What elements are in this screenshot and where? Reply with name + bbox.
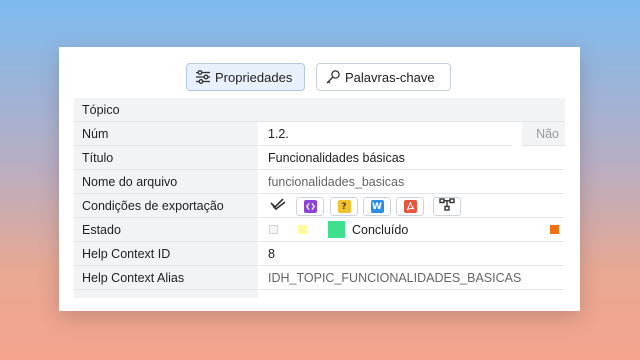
- help-id-label: Help Context ID: [82, 247, 171, 261]
- estado-field[interactable]: Concluído: [258, 218, 565, 241]
- help-id-field[interactable]: 8: [258, 242, 565, 265]
- word-export-button[interactable]: W: [363, 197, 391, 216]
- workflow-icon: [439, 195, 455, 219]
- exportacao-buttons: ? W: [258, 194, 565, 217]
- row-topico: Tópico: [74, 98, 565, 122]
- titulo-label: Título: [82, 151, 114, 165]
- state-yellow-box[interactable]: [298, 225, 307, 234]
- html-export-button[interactable]: [296, 197, 324, 216]
- num-value: 1.2.: [268, 127, 289, 141]
- num-suffix: Não: [536, 127, 559, 141]
- tab-propriedades[interactable]: Propriedades: [186, 63, 305, 91]
- workflow-export-button[interactable]: [433, 197, 461, 216]
- num-label: Núm: [82, 127, 109, 141]
- arquivo-label: Nome do arquivo: [82, 175, 178, 189]
- row-titulo[interactable]: Título Funcionalidades básicas: [74, 146, 565, 170]
- exportacao-label: Condições de exportação: [82, 199, 224, 213]
- num-suffix-arrow: Não: [512, 122, 565, 146]
- properties-grid: Tópico Núm 1.2. Não Título Funcionalidad…: [74, 98, 565, 298]
- grid-bottom-fill: [258, 290, 565, 298]
- topico-header-fill: [258, 98, 565, 121]
- help-alias-field[interactable]: IDH_TOPIC_FUNCIONALIDADES_BASICAS: [258, 266, 565, 289]
- sliders-icon: [195, 69, 211, 85]
- check-all-button[interactable]: [264, 197, 292, 216]
- estado-value: Concluído: [352, 223, 409, 237]
- estado-label: Estado: [82, 223, 121, 237]
- tab-palavras-chave-label: Palavras-chave: [345, 69, 435, 85]
- help-alias-label: Help Context Alias: [82, 271, 185, 285]
- tab-palavras-chave[interactable]: Palavras-chave: [316, 63, 451, 91]
- help-question-icon: ?: [337, 200, 351, 213]
- row-help-id[interactable]: Help Context ID 8: [74, 242, 565, 266]
- help-export-button[interactable]: ?: [330, 197, 358, 216]
- grid-bottom-strip: [74, 290, 565, 298]
- row-exportacao: Condições de exportação ? W: [74, 194, 565, 218]
- state-blank-box[interactable]: [269, 225, 278, 234]
- code-icon: [303, 200, 317, 213]
- tab-propriedades-label: Propriedades: [215, 69, 293, 85]
- titulo-field[interactable]: Funcionalidades básicas: [258, 146, 565, 169]
- num-field[interactable]: 1.2. Não: [258, 122, 565, 146]
- state-color-swatch: [328, 221, 345, 238]
- row-estado[interactable]: Estado Concluído: [74, 218, 565, 242]
- key-icon: [325, 69, 341, 85]
- topico-label: Tópico: [82, 103, 120, 117]
- pdf-icon: [403, 200, 417, 213]
- check-all-icon: [270, 195, 286, 219]
- row-help-alias[interactable]: Help Context Alias IDH_TOPIC_FUNCIONALID…: [74, 266, 565, 290]
- properties-panel: Propriedades Palavras-chave Tópico Núm 1…: [59, 47, 580, 311]
- tab-bar: Propriedades Palavras-chave: [59, 63, 580, 93]
- row-arquivo[interactable]: Nome do arquivo funcionalidades_basicas: [74, 170, 565, 194]
- pdf-export-button[interactable]: [396, 197, 424, 216]
- row-num[interactable]: Núm 1.2. Não: [74, 122, 565, 146]
- arquivo-field[interactable]: funcionalidades_basicas: [258, 170, 565, 193]
- state-end-marker[interactable]: [550, 225, 559, 234]
- word-icon: W: [370, 200, 384, 213]
